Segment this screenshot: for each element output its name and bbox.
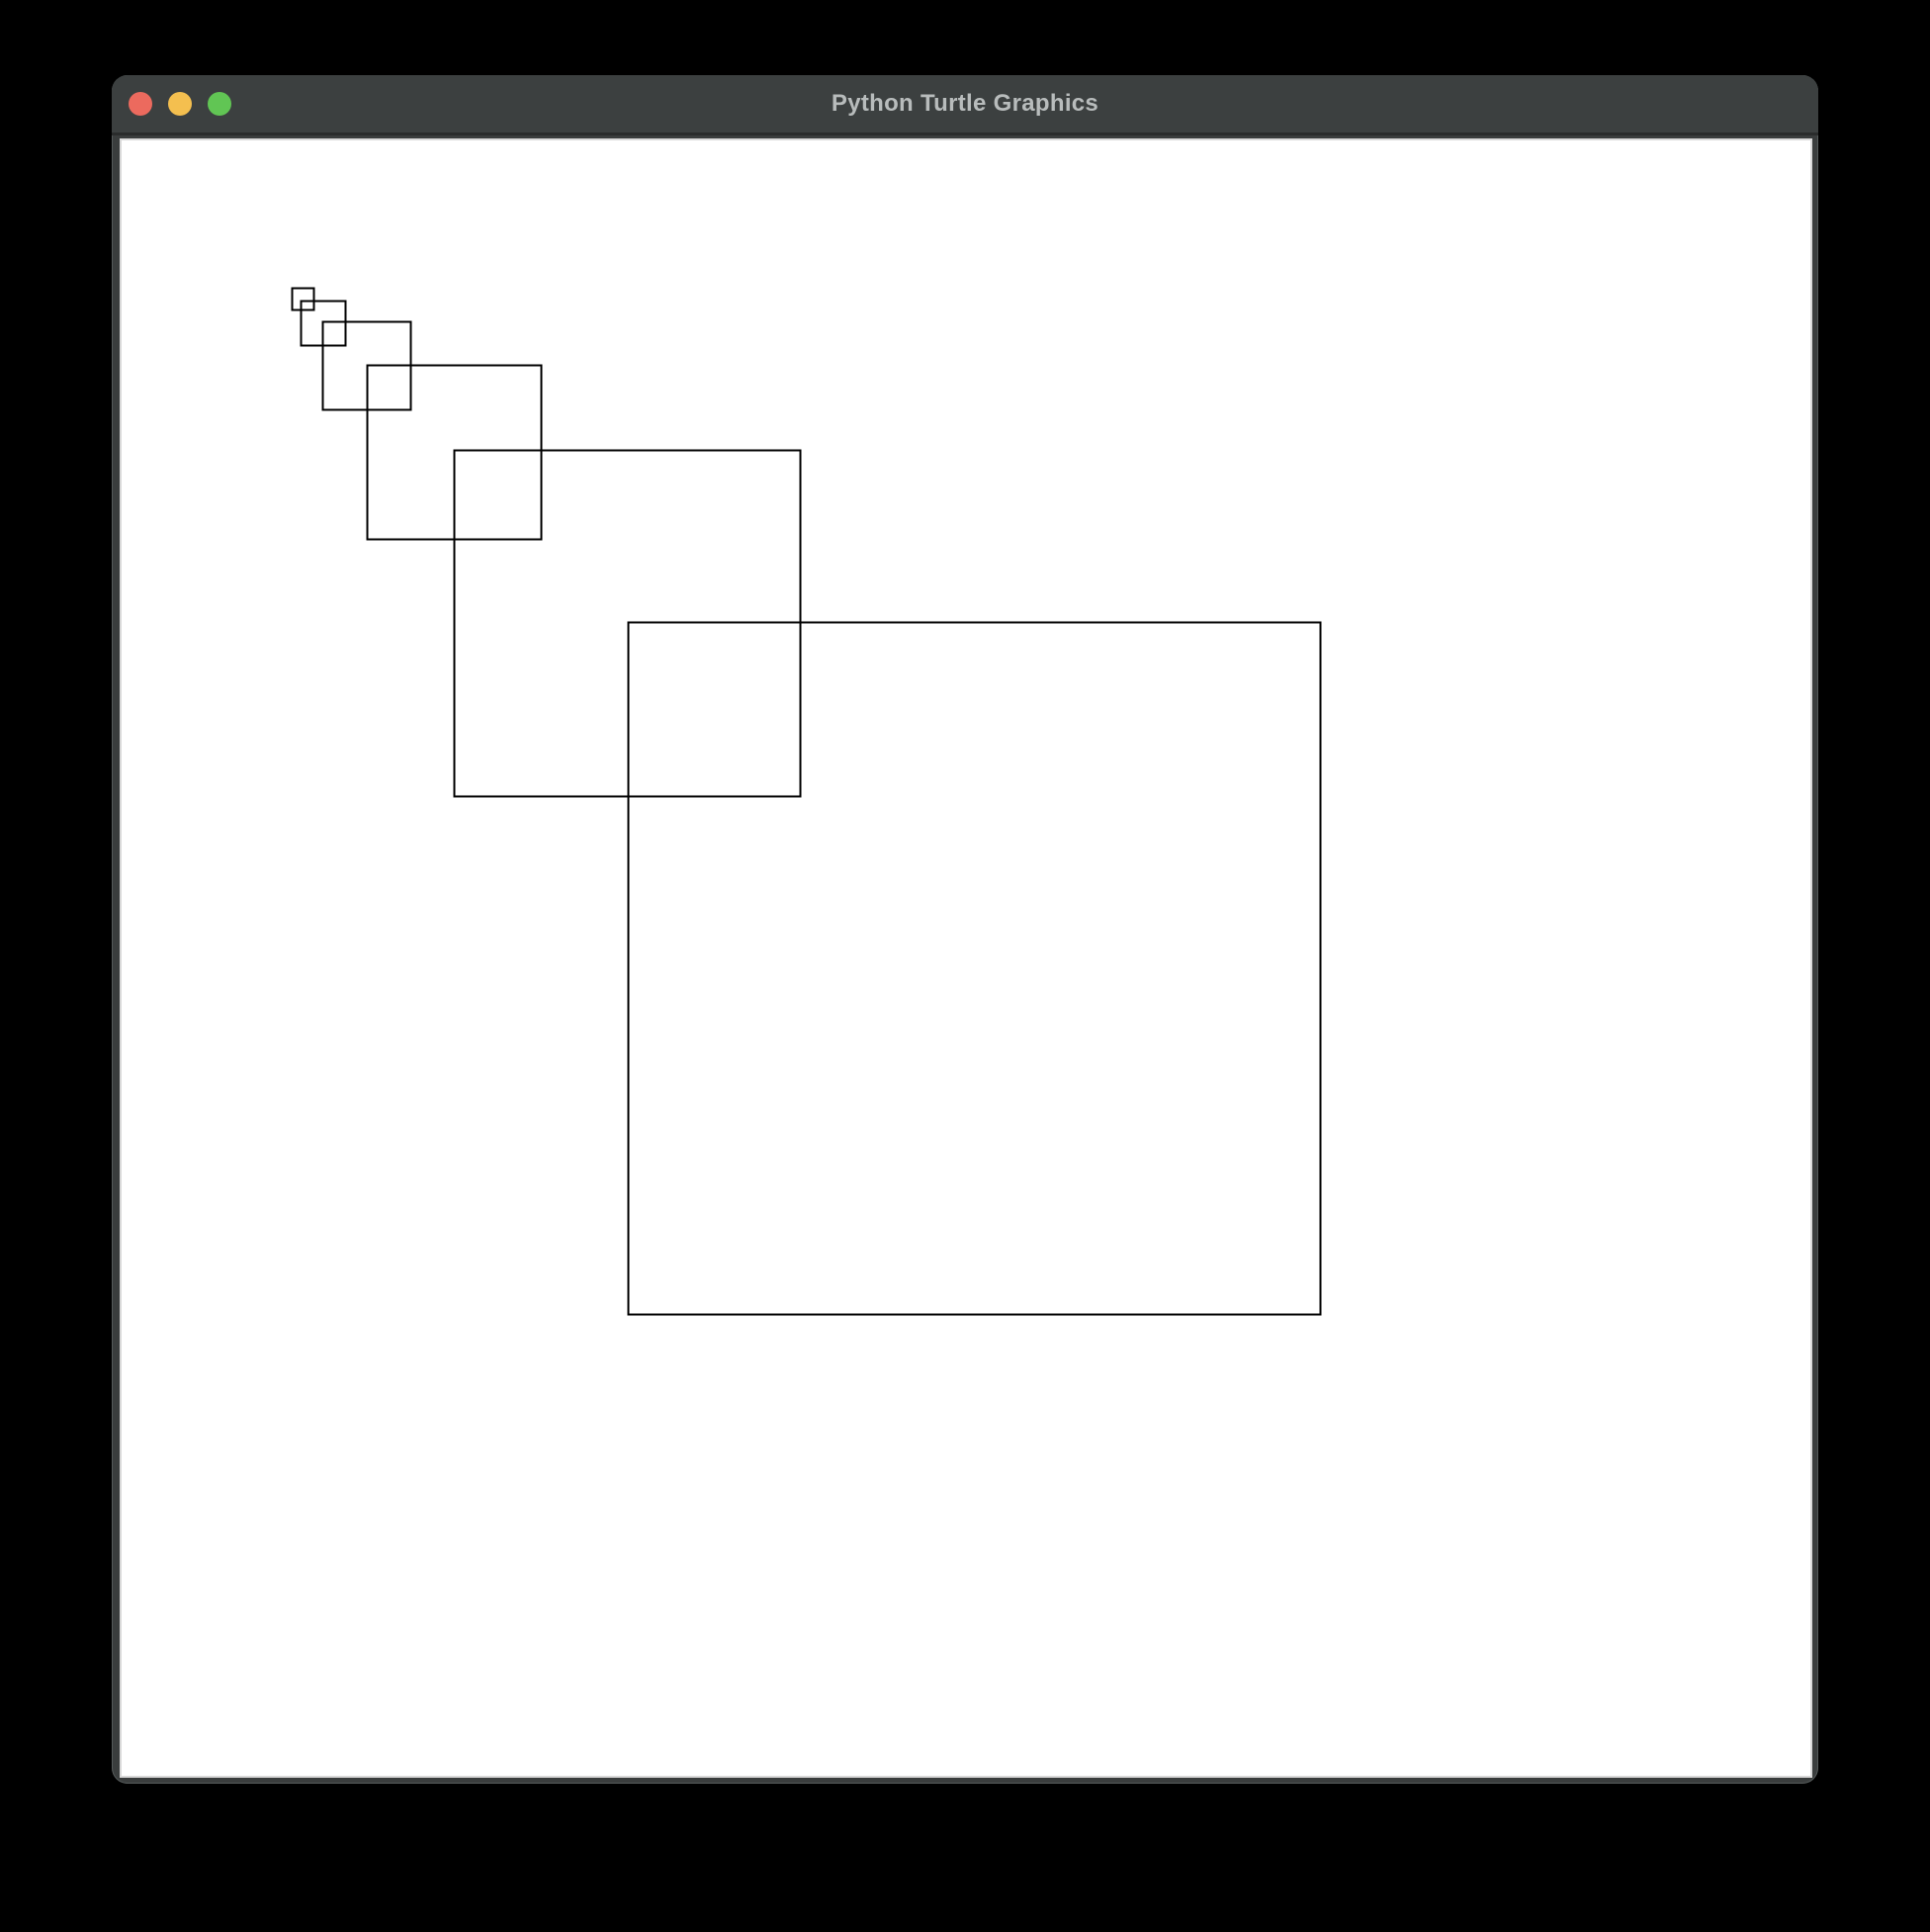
drawing-surface xyxy=(291,287,1322,1316)
square-6 xyxy=(627,621,1322,1316)
title-bar[interactable]: Python Turtle Graphics xyxy=(112,75,1818,135)
square-1 xyxy=(291,287,315,311)
turtle-window: Python Turtle Graphics xyxy=(112,75,1818,1784)
turtle-canvas[interactable] xyxy=(122,140,1810,1776)
canvas-frame xyxy=(120,138,1812,1778)
window-title: Python Turtle Graphics xyxy=(831,90,1099,117)
